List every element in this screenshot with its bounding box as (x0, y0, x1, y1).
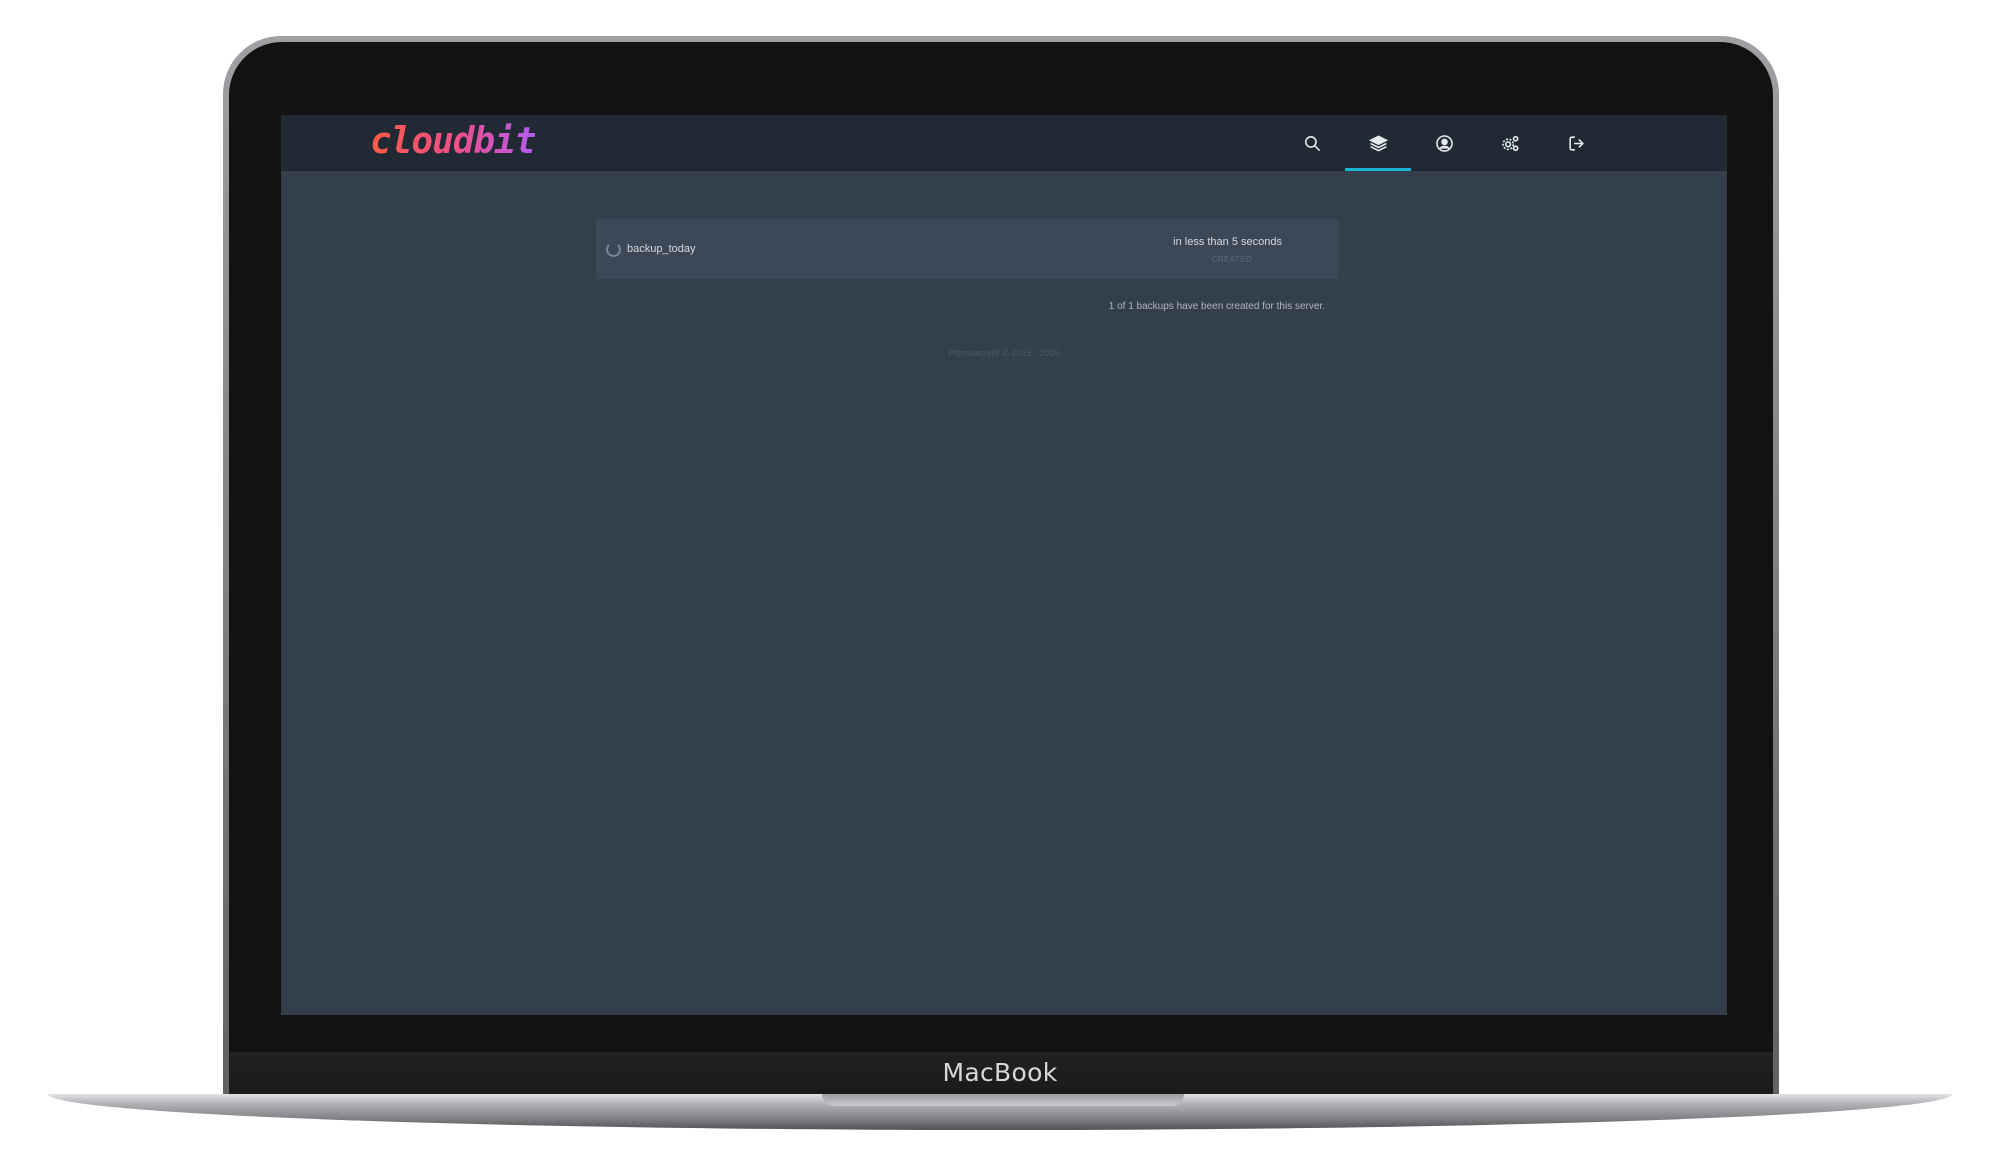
nav-menu (1279, 115, 1609, 171)
nav-account[interactable] (1411, 115, 1477, 171)
laptop-notch (822, 1094, 1184, 1106)
backup-time: in less than 5 seconds (1173, 236, 1282, 248)
cloudbit-logo[interactable]: cloudbit (370, 121, 536, 162)
nav-servers[interactable] (1345, 115, 1411, 171)
nav-admin[interactable] (1477, 115, 1543, 171)
backup-summary: 1 of 1 backups have been created for thi… (1108, 301, 1325, 312)
account-icon (1435, 134, 1453, 152)
loading-spinner-icon (606, 242, 621, 257)
layers-icon (1368, 134, 1388, 152)
cogs-icon (1501, 135, 1518, 151)
app-screen: cloudbit backup_today in less than 5 sec… (281, 115, 1727, 1015)
page-footer: Pterodactyl® © 2015 - 2025 (948, 348, 1060, 358)
device-brand-label: MacBook (942, 1058, 1058, 1087)
top-navigation-bar: cloudbit (281, 115, 1727, 171)
backup-name: backup_today (627, 243, 696, 255)
nav-logout[interactable] (1543, 115, 1609, 171)
search-icon (1304, 135, 1320, 151)
nav-search[interactable] (1279, 115, 1345, 171)
backup-row[interactable]: backup_today in less than 5 seconds CREA… (596, 219, 1338, 279)
backup-status: CREATED (1211, 255, 1252, 264)
sign-out-icon (1568, 135, 1584, 151)
